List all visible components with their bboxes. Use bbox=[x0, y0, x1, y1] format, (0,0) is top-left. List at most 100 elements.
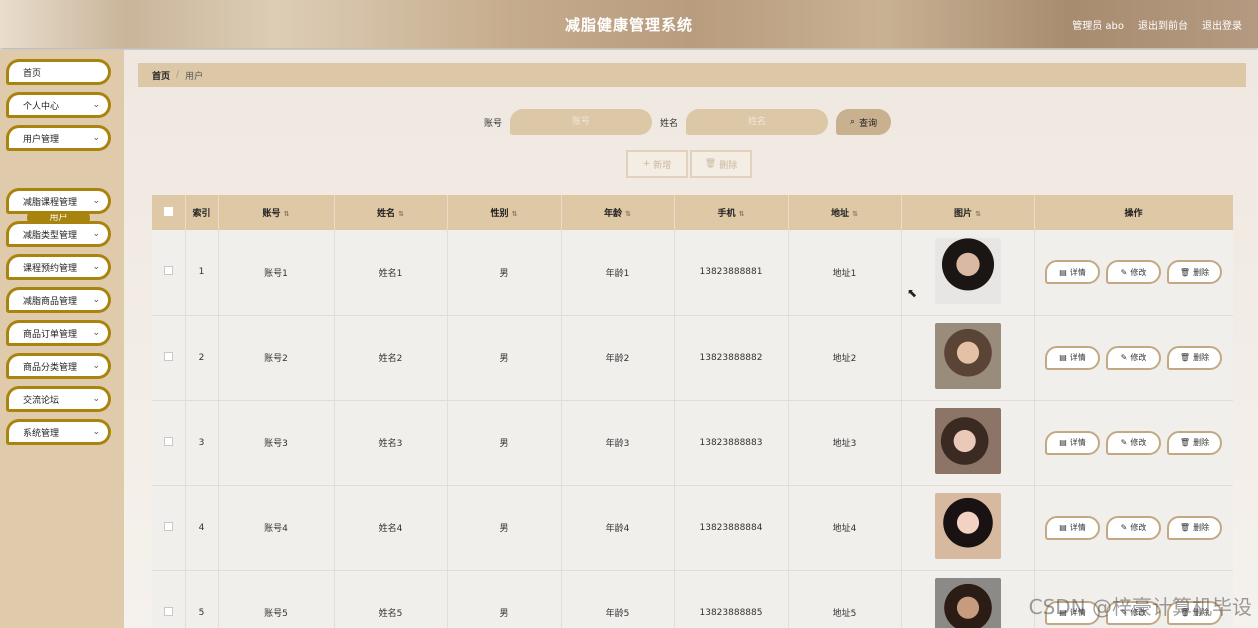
name-search-input[interactable] bbox=[686, 109, 829, 135]
col-name[interactable]: 姓名 ⇅ bbox=[334, 195, 448, 230]
sidebar-item-product-mgmt[interactable]: 减脂商品管理 ⌄ bbox=[6, 287, 111, 313]
sidebar-item-home[interactable]: 首页 bbox=[6, 59, 111, 85]
row-checkbox[interactable] bbox=[163, 436, 173, 446]
cell-account: 账号5 bbox=[218, 570, 335, 628]
sort-icon[interactable]: ⇅ bbox=[975, 210, 981, 218]
edit-button[interactable]: ✎ 修改 bbox=[1106, 515, 1161, 540]
watermark-text: CSDN @梓豪计算机毕设 bbox=[1028, 595, 1252, 619]
chevron-down-icon: ⌄ bbox=[92, 196, 100, 206]
top-header: 减脂健康管理系统 管理员 abo 退出到前台 退出登录 bbox=[0, 0, 1258, 48]
breadcrumb: 首页 / 用户 bbox=[138, 63, 1246, 87]
sidebar-item-type-mgmt[interactable]: 减脂类型管理 ⌄ bbox=[6, 221, 111, 247]
user-table: 索引 账号 ⇅ 姓名 ⇅ 性别 ⇅ 年龄 ⇅ 手机 ⇅ 地址 ⇅ 图片 ⇅ 操作 1 账号1 姓名… bbox=[152, 195, 1233, 628]
row-checkbox[interactable] bbox=[163, 266, 173, 276]
sidebar-item-order-mgmt[interactable]: 商品订单管理 ⌄ bbox=[6, 320, 111, 346]
cell-age: 年龄2 bbox=[561, 315, 675, 400]
detail-button[interactable]: ▤ 详情 bbox=[1045, 260, 1100, 285]
trash-icon: 🗑 bbox=[1179, 267, 1191, 277]
sort-icon[interactable]: ⇅ bbox=[739, 210, 745, 218]
avatar-photo[interactable] bbox=[934, 493, 1001, 559]
avatar-photo[interactable] bbox=[934, 323, 1001, 389]
cell-gender: 男 bbox=[447, 230, 562, 315]
delete-button[interactable]: 🗑 删除 bbox=[1167, 260, 1222, 285]
edit-button-label: 修改 bbox=[1130, 267, 1147, 277]
row-select-cell[interactable] bbox=[152, 570, 186, 628]
row-select-cell[interactable] bbox=[152, 485, 186, 570]
row-select-cell[interactable] bbox=[152, 315, 186, 400]
sidebar-item-booking-mgmt[interactable]: 课程预约管理 ⌄ bbox=[6, 254, 111, 280]
avatar-photo[interactable] bbox=[934, 408, 1001, 474]
sidebar-item-system-mgmt[interactable]: 系统管理 ⌄ bbox=[6, 419, 111, 445]
col-image[interactable]: 图片 ⇅ bbox=[901, 195, 1035, 230]
row-checkbox[interactable] bbox=[163, 521, 173, 531]
cell-actions: ▤ 详情 ✎ 修改 🗑 删除 bbox=[1034, 400, 1233, 485]
cell-index: 5 bbox=[185, 570, 219, 628]
cell-account: 账号3 bbox=[218, 400, 335, 485]
select-all-cell[interactable] bbox=[152, 195, 186, 230]
col-header-label: 手机 bbox=[717, 209, 736, 219]
cell-image bbox=[901, 570, 1035, 628]
col-phone[interactable]: 手机 ⇅ bbox=[674, 195, 789, 230]
chevron-down-icon: ⌄ bbox=[92, 100, 100, 110]
cell-phone: 13823888882 bbox=[674, 315, 789, 400]
sidebar-item-forum[interactable]: 交流论坛 ⌄ bbox=[6, 386, 111, 412]
col-age[interactable]: 年龄 ⇅ bbox=[561, 195, 675, 230]
sidebar-item-label: 减脂课程管理 bbox=[23, 197, 78, 208]
breadcrumb-home[interactable]: 首页 bbox=[152, 69, 170, 82]
cell-age: 年龄4 bbox=[561, 485, 675, 570]
sidebar-item-category-mgmt[interactable]: 商品分类管理 ⌄ bbox=[6, 353, 111, 379]
row-checkbox[interactable] bbox=[163, 606, 173, 616]
avatar-photo[interactable] bbox=[934, 578, 1001, 628]
sidebar-item-course-mgmt[interactable]: 减脂课程管理 ⌄ bbox=[6, 188, 111, 214]
back-to-front-link[interactable]: 退出到前台 bbox=[1138, 17, 1188, 32]
chevron-down-icon: ⌄ bbox=[92, 361, 100, 371]
delete-button[interactable]: 🗑 删除 bbox=[1167, 430, 1222, 455]
sidebar-item-user-mgmt[interactable]: 用户管理 ⌄ bbox=[6, 125, 111, 151]
logout-link[interactable]: 退出登录 bbox=[1202, 17, 1242, 32]
query-button[interactable]: ⌕ 查询 bbox=[836, 109, 892, 135]
account-search-input[interactable] bbox=[510, 109, 653, 135]
row-checkbox[interactable] bbox=[163, 351, 173, 361]
detail-button[interactable]: ▤ 详情 bbox=[1045, 345, 1100, 370]
sort-icon[interactable]: ⇅ bbox=[512, 210, 518, 218]
row-select-cell[interactable] bbox=[152, 400, 186, 485]
edit-button[interactable]: ✎ 修改 bbox=[1106, 345, 1161, 370]
avatar-photo[interactable] bbox=[934, 237, 1001, 304]
col-gender[interactable]: 性别 ⇅ bbox=[447, 195, 562, 230]
delete-button[interactable]: 🗑 删除 bbox=[1167, 515, 1222, 540]
batch-delete-button[interactable]: 🗑 删除 bbox=[690, 150, 752, 178]
sort-icon[interactable]: ⇅ bbox=[625, 210, 631, 218]
chevron-down-icon: ⌄ bbox=[92, 328, 100, 338]
col-address[interactable]: 地址 ⇅ bbox=[788, 195, 902, 230]
cell-image bbox=[901, 400, 1035, 485]
delete-button-label: 删除 bbox=[1193, 353, 1210, 362]
cell-address: 地址5 bbox=[788, 570, 902, 628]
add-button[interactable]: + 新增 bbox=[626, 150, 688, 178]
table-row: 2 账号2 姓名2 男年龄2 13823888882 地址2 ▤ 详情 ✎ 修改 🗑 删除 bbox=[152, 315, 1233, 400]
trash-icon: 🗑 bbox=[1179, 523, 1191, 532]
delete-button[interactable]: 🗑 删除 bbox=[1167, 345, 1222, 370]
select-all-checkbox[interactable] bbox=[163, 206, 173, 216]
pencil-icon: ✎ bbox=[1120, 267, 1128, 277]
sort-icon[interactable]: ⇅ bbox=[398, 210, 404, 218]
col-account[interactable]: 账号 ⇅ bbox=[218, 195, 335, 230]
chevron-down-icon: ⌄ bbox=[92, 427, 100, 437]
detail-button-label: 详情 bbox=[1069, 353, 1086, 362]
detail-button-label: 详情 bbox=[1069, 267, 1086, 277]
search-icon: ⌕ bbox=[850, 117, 856, 127]
sort-icon[interactable]: ⇅ bbox=[852, 210, 858, 218]
sidebar-item-profile[interactable]: 个人中心 ⌄ bbox=[6, 92, 111, 118]
detail-button[interactable]: ▤ 详情 bbox=[1045, 515, 1100, 540]
pencil-icon: ✎ bbox=[1120, 438, 1128, 447]
admin-user-label[interactable]: 管理员 abo bbox=[1072, 17, 1124, 32]
edit-button[interactable]: ✎ 修改 bbox=[1106, 260, 1161, 285]
sort-icon[interactable]: ⇅ bbox=[284, 210, 290, 218]
sidebar-item-label: 交流论坛 bbox=[23, 395, 60, 406]
name-label: 姓名 bbox=[660, 118, 679, 129]
breadcrumb-separator: / bbox=[176, 70, 180, 80]
edit-button[interactable]: ✎ 修改 bbox=[1106, 430, 1161, 455]
chevron-down-icon: ⌄ bbox=[92, 262, 100, 272]
detail-button[interactable]: ▤ 详情 bbox=[1045, 430, 1100, 455]
row-select-cell[interactable] bbox=[152, 230, 186, 315]
cell-gender: 男 bbox=[447, 315, 562, 400]
